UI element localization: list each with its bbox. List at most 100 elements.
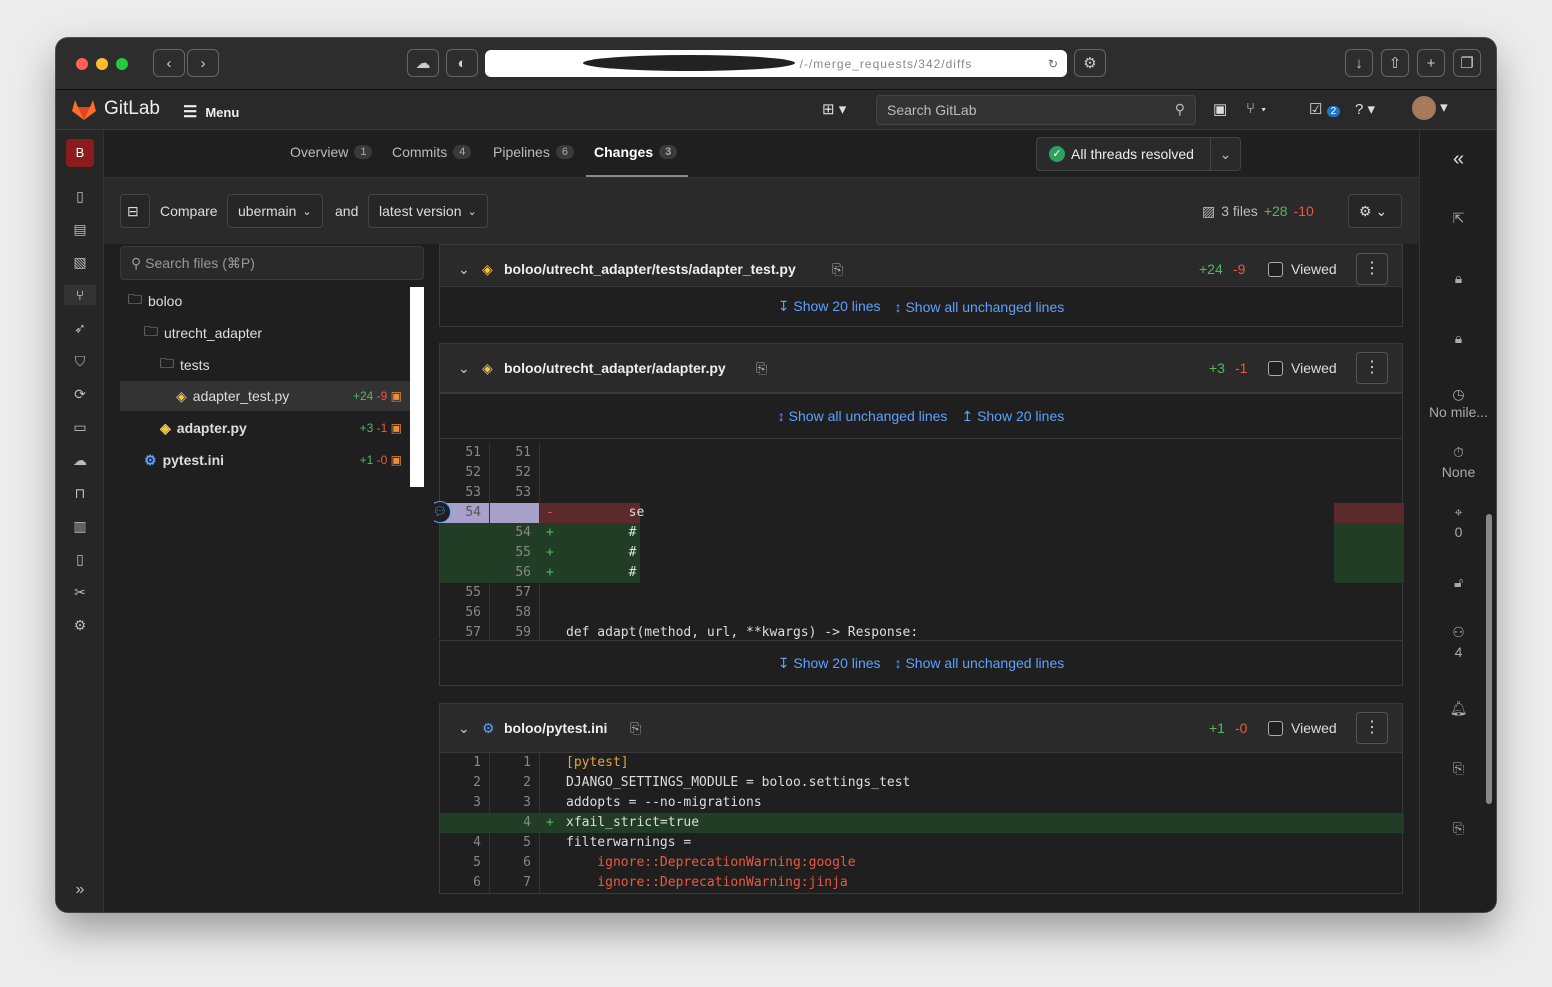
address-bar[interactable]: /-/merge_requests/342/diffs ↻ (485, 50, 1067, 77)
forward-icon[interactable]: › (187, 49, 219, 77)
new-line-number[interactable] (490, 503, 540, 523)
shield-icon[interactable]: ◐ (446, 49, 478, 77)
show-20-lines-link[interactable]: ↧ Show 20 lines (778, 298, 881, 315)
old-line-number[interactable]: 1 (440, 753, 490, 773)
settings-icon[interactable]: ⚙ (70, 615, 90, 635)
repository-icon[interactable]: ▯ (70, 186, 90, 206)
expand-sidebar-icon[interactable]: » (70, 880, 90, 900)
show-all-lines-link[interactable]: ↕ Show all unchanged lines (895, 299, 1065, 315)
old-line-number[interactable]: 51 (440, 443, 490, 463)
file-search-input[interactable]: ⚲ Search files (⌘P) (120, 246, 424, 280)
new-line-number[interactable]: 4 (490, 813, 540, 833)
lock-open-icon[interactable]: 🔓︎ (1420, 574, 1496, 591)
packages-icon[interactable]: ⊓ (70, 483, 90, 503)
old-line-number[interactable]: 3 (440, 793, 490, 813)
time-tracking-icon[interactable]: ⏱ (1420, 444, 1496, 461)
copy-path-icon[interactable]: ⎘ (832, 261, 843, 278)
new-line-number[interactable]: 5 (490, 833, 540, 853)
minimize-window-button[interactable] (96, 58, 108, 70)
collapse-chevron-icon[interactable]: ⌄ (458, 261, 470, 278)
new-line-number[interactable]: 54 (490, 523, 540, 543)
share-icon[interactable]: ⇧ (1381, 49, 1409, 77)
diff-settings-gear-icon[interactable]: ⚙ ⌄ (1348, 194, 1402, 228)
infrastructure-icon[interactable]: ☁ (70, 450, 90, 470)
tab-changes[interactable]: Changes 3 (594, 144, 678, 160)
monitor-icon[interactable]: ▭ (70, 417, 90, 437)
old-line-number[interactable] (440, 563, 490, 583)
file-tree-scrollbar[interactable] (410, 287, 424, 487)
issues-icon[interactable]: ▣ (1213, 100, 1227, 118)
old-line-number[interactable]: 56 (440, 603, 490, 623)
menu-button[interactable]: ☰ Menu (183, 102, 239, 122)
cloud-icon[interactable]: ☁ (407, 49, 439, 77)
old-line-number[interactable]: 2 (440, 773, 490, 793)
new-line-number[interactable]: 52 (490, 463, 540, 483)
old-line-number[interactable]: 53 (440, 483, 490, 503)
copy-path-icon[interactable]: ⎘ (630, 720, 641, 737)
copy-reference-icon[interactable]: ⎘ (1420, 760, 1496, 777)
new-line-number[interactable]: 56 (490, 563, 540, 583)
threads-resolved-button[interactable]: ✓ All threads resolved ⌄ (1036, 137, 1241, 171)
avatar[interactable]: ▾ (1412, 96, 1448, 120)
show-20-lines-link[interactable]: ↥ Show 20 lines (961, 408, 1064, 425)
settings-gear-icon[interactable]: ⚙ (1074, 49, 1106, 77)
issues-nav-icon[interactable]: ▤ (70, 219, 90, 239)
target-version-dropdown[interactable]: latest version ⌄ (368, 194, 488, 228)
old-line-number[interactable]: 4 (440, 833, 490, 853)
checkbox-box[interactable] (1268, 261, 1283, 277)
file-options-kebab-icon[interactable]: ⋮ (1356, 253, 1388, 285)
reviewer-lock-icon[interactable]: 🔒︎ (1420, 270, 1496, 287)
show-all-lines-link[interactable]: ↕ Show all unchanged lines (895, 655, 1065, 671)
merge-requests-icon[interactable]: ⑂ ▾ (1246, 100, 1268, 117)
new-line-number[interactable]: 3 (490, 793, 540, 813)
viewed-checkbox[interactable]: Viewed (1268, 360, 1337, 376)
folder-utrecht-adapter[interactable]: 🗀 utrecht_adapter (144, 318, 434, 348)
todos-icon[interactable]: ☑ 2 (1309, 100, 1341, 118)
lock-icon[interactable]: 🔒︎ (1420, 330, 1496, 347)
viewed-checkbox[interactable]: Viewed (1268, 720, 1337, 736)
milestone-clock-icon[interactable]: ◷ (1420, 386, 1496, 403)
new-line-number[interactable]: 7 (490, 873, 540, 893)
checkbox-box[interactable] (1268, 720, 1283, 736)
old-line-number[interactable]: 5 (440, 853, 490, 873)
file-options-kebab-icon[interactable]: ⋮ (1356, 712, 1388, 744)
labels-tag-icon[interactable]: ⌖ (1420, 504, 1496, 521)
rocket-icon[interactable]: ➶ (70, 318, 90, 338)
old-line-number[interactable] (440, 813, 490, 833)
copy-path-icon[interactable]: ⎘ (756, 360, 767, 377)
new-line-number[interactable]: 53 (490, 483, 540, 503)
file-options-kebab-icon[interactable]: ⋮ (1356, 352, 1388, 384)
show-20-lines-link[interactable]: ↧ Show 20 lines (778, 655, 881, 672)
old-line-number[interactable] (440, 523, 490, 543)
old-line-number[interactable]: 55 (440, 583, 490, 603)
help-icon[interactable]: ? ▾ (1355, 100, 1375, 118)
project-avatar[interactable]: B (66, 139, 94, 167)
security-shield-icon[interactable]: ⛉ (70, 351, 90, 371)
old-line-number[interactable]: 6 (440, 873, 490, 893)
file-pytest-ini[interactable]: ⚙ pytest.ini +1 -0 ▣ (120, 445, 410, 475)
tab-commits[interactable]: Commits 4 (392, 144, 472, 160)
copy-email-icon[interactable]: ⎘ (1420, 820, 1496, 837)
deployments-icon[interactable]: ⟳ (70, 384, 90, 404)
file-tree-toggle-icon[interactable]: ⊟ (120, 194, 150, 228)
download-icon[interactable]: ↓ (1345, 49, 1373, 77)
file-adapter[interactable]: ◈ adapter.py +3 -1 ▣ (120, 413, 410, 443)
close-window-button[interactable] (76, 58, 88, 70)
show-all-lines-link[interactable]: ↕ Show all unchanged lines (778, 408, 948, 424)
chevron-down-icon[interactable]: ⌄ (1210, 138, 1240, 170)
assignee-icon[interactable]: ⇱ (1420, 210, 1496, 227)
tab-overview[interactable]: Overview 1 (290, 144, 373, 160)
snippets-icon[interactable]: ✂ (70, 582, 90, 602)
new-line-number[interactable]: 51 (490, 443, 540, 463)
participants-icon[interactable]: ⚇ (1420, 624, 1496, 641)
sidebar-scrollbar[interactable] (1486, 514, 1492, 804)
new-line-number[interactable]: 58 (490, 603, 540, 623)
zoom-window-button[interactable] (116, 58, 128, 70)
tabs-overview-icon[interactable]: ❐ (1453, 49, 1481, 77)
collapse-sidebar-icon[interactable]: « (1420, 148, 1496, 171)
checkbox-box[interactable] (1268, 360, 1283, 376)
old-line-number[interactable]: 52 (440, 463, 490, 483)
notifications-bell-icon[interactable]: 🔔︎ (1420, 700, 1496, 717)
merge-requests-nav-icon[interactable]: ⑂ (64, 285, 96, 305)
folder-boloo[interactable]: 🗀 boloo (128, 286, 418, 316)
